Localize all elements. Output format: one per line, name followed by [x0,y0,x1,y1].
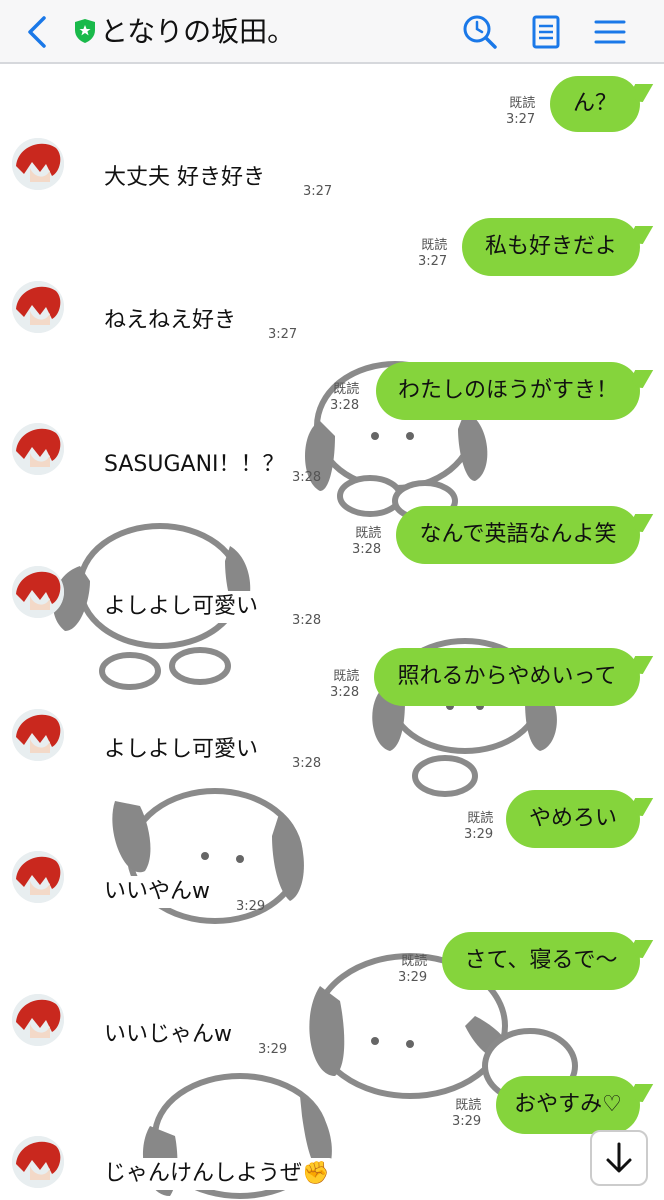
avatar[interactable] [12,138,64,190]
outgoing-message[interactable]: 私も好きだよ [462,218,640,276]
incoming-message[interactable]: いいじゃんw [98,1019,238,1051]
outgoing-message[interactable]: ん？ [550,76,640,132]
puppy-sticker-icon [112,788,304,924]
read-receipt: 既読 3:29 [452,1098,482,1129]
outgoing-message[interactable]: なんで英語なんよ笑 [396,506,640,564]
outgoing-message[interactable]: さて、寝るで〜 [442,932,640,990]
search-icon[interactable] [460,12,500,52]
message-time: 3:28 [292,613,322,628]
message-time: 3:28 [292,756,322,771]
chat-header: となりの坂田。 [0,0,664,64]
read-receipt: 既読 3:29 [464,811,494,842]
outgoing-message[interactable]: おやすみ♡ [496,1076,640,1134]
message-time: 3:28 [292,470,322,485]
message-time: 3:29 [258,1042,288,1057]
outgoing-message[interactable]: わたしのほうがすき！ [376,362,640,420]
incoming-message[interactable]: よしよし可愛い [98,734,265,766]
read-receipt: 既読 3:27 [418,238,448,269]
read-receipt: 既読 3:29 [398,954,428,985]
read-receipt: 既読 3:27 [506,96,536,127]
avatar[interactable] [12,566,64,618]
avatar[interactable] [12,851,64,903]
menu-icon[interactable] [590,12,630,52]
chat-area[interactable]: 既読 3:27 ん？ 大丈夫 好き好き 3:27 既読 3:27 私も好きだよ ねえ… [0,66,664,1200]
message-time: 3:27 [303,184,333,199]
shield-icon [75,19,95,43]
read-receipt: 既読 3:28 [330,382,360,413]
read-receipt: 既読 3:28 [352,526,382,557]
incoming-message[interactable]: ねえねえ好き [98,305,243,337]
message-time: 3:27 [268,327,298,342]
arrow-down-icon [606,1142,632,1173]
avatar[interactable] [12,423,64,475]
incoming-message[interactable]: SASUGANI！！？ [98,449,291,481]
read-receipt: 既読 3:28 [330,669,360,700]
back-icon[interactable] [22,14,52,50]
incoming-message[interactable]: よしよし可愛い [98,591,265,623]
notes-icon[interactable] [526,12,566,52]
incoming-message[interactable]: じゃんけんしようぜ✊ [98,1158,336,1190]
chat-title: となりの坂田。 [100,15,296,48]
incoming-message[interactable]: 大丈夫 好き好き [98,162,271,194]
avatar[interactable] [12,281,64,333]
avatar[interactable] [12,994,64,1046]
outgoing-message[interactable]: 照れるからやめいって [374,648,640,706]
scroll-to-bottom-button[interactable] [590,1130,648,1186]
message-time: 3:29 [236,899,266,914]
avatar[interactable] [12,1136,64,1188]
incoming-message[interactable]: いいやんw [98,876,216,908]
avatar[interactable] [12,709,64,761]
outgoing-message[interactable]: やめろい [506,790,640,848]
